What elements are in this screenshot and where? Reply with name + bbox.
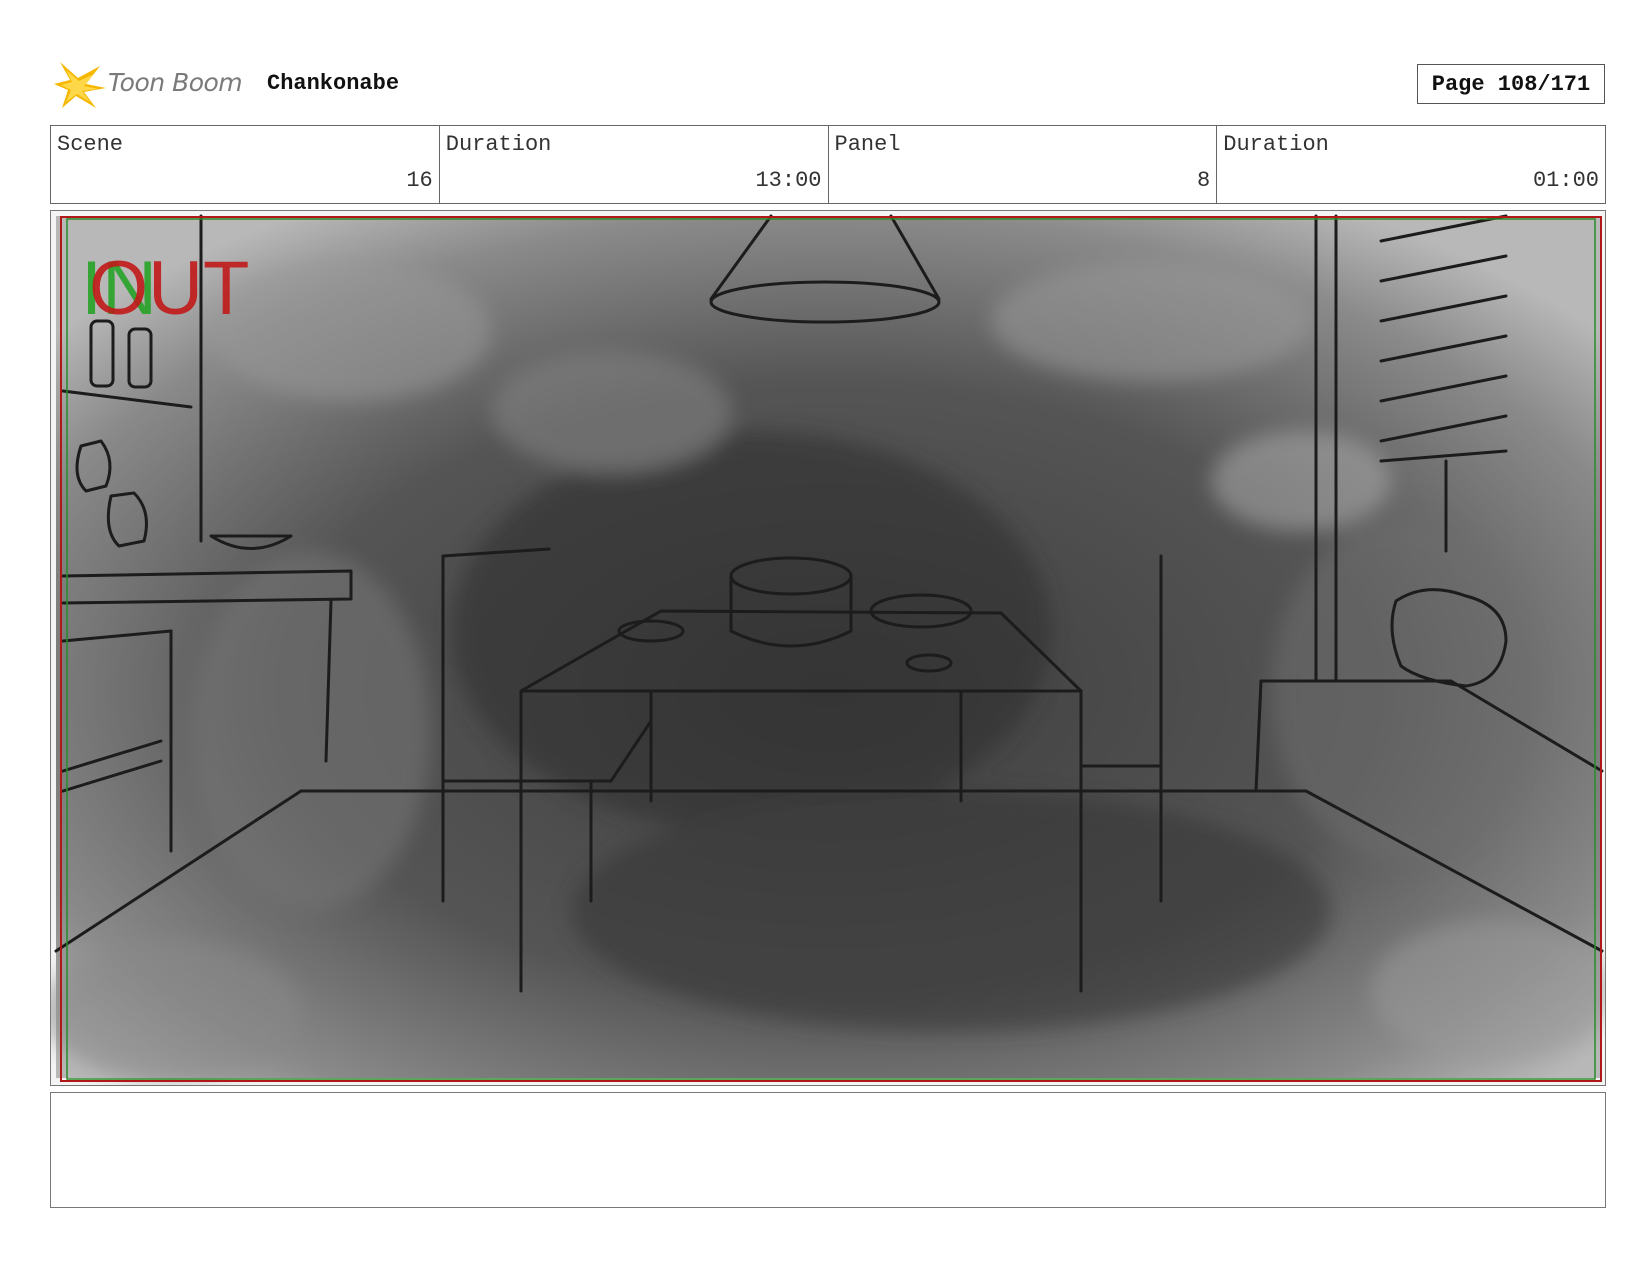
starburst-icon (54, 62, 106, 108)
panel-cell: Panel 8 (829, 126, 1218, 203)
panel-duration-label: Duration (1223, 132, 1329, 157)
scene-duration-value: 13:00 (755, 168, 822, 193)
panel-notes-box (50, 1092, 1606, 1208)
storyboard-panel: IN OUT (50, 210, 1606, 1086)
out-marker: OUT (89, 246, 250, 331)
toon-boom-logo: Toon Boom (52, 58, 252, 110)
scene-cell: Scene 16 (51, 126, 440, 203)
scene-duration-label: Duration (445, 132, 552, 157)
page-indicator: Page 108/171 (1417, 64, 1605, 104)
panel-value: 8 (1197, 168, 1211, 193)
panel-duration-cell: Duration 01:00 (1217, 126, 1605, 203)
scene-label: Scene (57, 132, 124, 157)
panel-label: Panel (834, 132, 901, 157)
panel-duration-value: 01:00 (1532, 168, 1599, 193)
panel-sketch (51, 211, 1605, 1085)
project-title: Chankonabe (267, 71, 400, 96)
scene-value: 16 (406, 168, 433, 193)
scene-duration-cell: Duration 13:00 (440, 126, 829, 203)
logo-text: Toon Boom (108, 68, 243, 97)
panel-info-table: Scene 16 Duration 13:00 Panel 8 Duration… (50, 125, 1606, 204)
